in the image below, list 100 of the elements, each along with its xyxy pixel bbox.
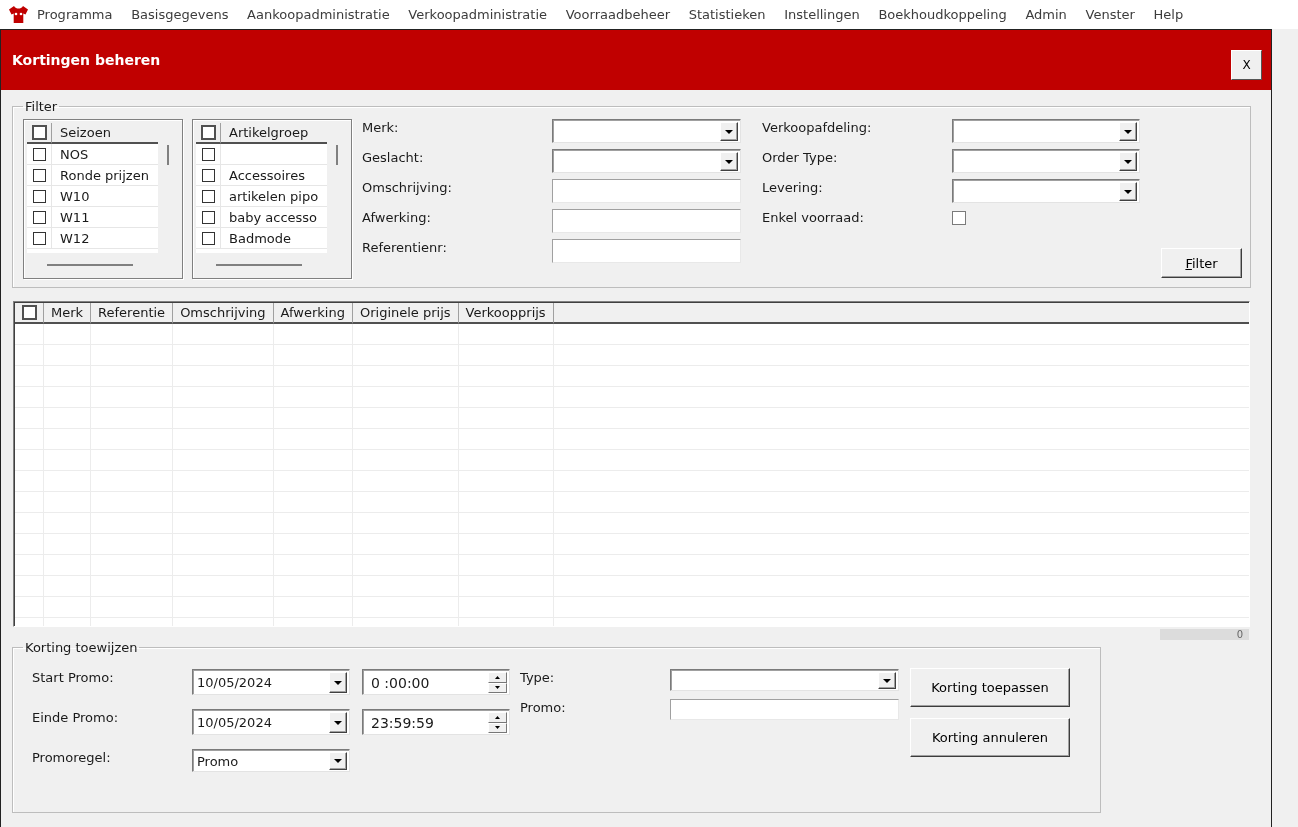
checkbox[interactable]	[201, 231, 215, 245]
text-field[interactable]	[670, 699, 899, 720]
dropdown[interactable]	[552, 119, 741, 143]
checkbox[interactable]	[201, 168, 215, 182]
dropdown-button[interactable]	[329, 752, 347, 770]
text-field[interactable]	[552, 239, 741, 263]
dropdown-button[interactable]	[1119, 182, 1137, 201]
dropdown-button[interactable]	[878, 672, 896, 689]
list-item[interactable]: W11	[52, 207, 90, 227]
field-label: Type:	[520, 669, 555, 685]
column-header[interactable]: Referentie	[91, 303, 174, 324]
dropdown-button[interactable]	[1119, 152, 1137, 171]
dropdown[interactable]	[552, 149, 741, 173]
field-label: Verkoopafdeling:	[762, 119, 872, 135]
menu-item[interactable]: Instellingen	[784, 7, 860, 22]
caret-icon	[334, 720, 342, 725]
column-header[interactable]: Omschrijving	[173, 303, 274, 324]
list-item[interactable]: Badmode	[221, 228, 291, 248]
time-field[interactable]: 0 :00:00	[362, 669, 510, 695]
list-item[interactable]: W12	[52, 228, 90, 248]
spin-down-button[interactable]	[488, 722, 507, 733]
menu-item[interactable]: Voorraadbeheer	[565, 7, 670, 22]
menu-item[interactable]: Programma	[37, 7, 113, 22]
scroll-thumb[interactable]	[336, 145, 338, 165]
field-label: Afwerking:	[362, 209, 431, 225]
caret-up-icon	[495, 715, 500, 719]
dropdown-button[interactable]	[1119, 122, 1137, 141]
caret-icon	[1124, 159, 1132, 164]
dropdown[interactable]	[952, 119, 1140, 143]
dropdown-button[interactable]	[329, 712, 347, 733]
field-label: Einde Promo:	[32, 709, 119, 725]
list-item[interactable]: Ronde prijzen	[52, 165, 149, 185]
menu-item[interactable]: Venster	[1085, 7, 1135, 22]
checkbox[interactable]	[21, 305, 37, 320]
dropdown-button[interactable]	[329, 672, 347, 693]
menu-item[interactable]: Verkoopadministratie	[408, 7, 548, 22]
dropdown[interactable]	[670, 669, 899, 691]
filter-button[interactable]: Filter	[1161, 248, 1242, 278]
dropdown-button[interactable]	[720, 122, 738, 141]
menu-item[interactable]: Statistieken	[688, 7, 766, 22]
caret-down-icon	[495, 686, 500, 690]
menu-item[interactable]: Help	[1153, 7, 1184, 22]
column-header[interactable]: Merk	[44, 303, 92, 324]
checkbox[interactable]	[32, 147, 46, 161]
list-header[interactable]: Seizoen	[52, 123, 158, 144]
menu-item[interactable]: Aankoopadministratie	[247, 7, 390, 22]
spin-down-button[interactable]	[488, 682, 507, 693]
menu-item[interactable]: Boekhoudkoppeling	[878, 7, 1007, 22]
checkbox[interactable]	[201, 210, 215, 224]
date-field[interactable]: 10/05/2024	[192, 669, 350, 695]
list-item[interactable]: W10	[52, 186, 90, 206]
column-header[interactable]: Afwerking	[273, 303, 353, 324]
caret-icon	[1124, 129, 1132, 134]
checkbox[interactable]	[32, 231, 46, 245]
list-item[interactable]: baby accesso	[221, 207, 318, 227]
scroll-thumb[interactable]	[216, 264, 302, 266]
caret-down-icon	[495, 726, 500, 730]
list-header[interactable]: Artikelgroep	[221, 123, 327, 144]
field-label: Referentienr:	[362, 239, 447, 255]
field-label: Order Type:	[762, 149, 838, 165]
checkbox[interactable]	[31, 125, 47, 140]
checkbox[interactable]	[952, 211, 966, 225]
column-header[interactable]: Verkoopprijs	[458, 303, 554, 324]
caret-up-icon	[495, 675, 500, 679]
spin-up-button[interactable]	[488, 712, 507, 723]
caret-icon	[334, 759, 342, 763]
text-field[interactable]	[552, 209, 741, 233]
spin-up-button[interactable]	[488, 672, 507, 683]
dropdown[interactable]	[952, 179, 1140, 203]
scroll-thumb[interactable]	[47, 264, 133, 266]
checkbox[interactable]	[32, 210, 46, 224]
column-header[interactable]: Originele prijs	[352, 303, 459, 324]
caret-icon	[725, 129, 733, 134]
dropdown-button[interactable]	[720, 152, 738, 171]
list-item[interactable]: artikelen pipo	[221, 186, 319, 206]
text-field[interactable]	[552, 179, 741, 203]
checkbox[interactable]	[200, 125, 216, 140]
checkbox[interactable]	[201, 189, 215, 203]
action-button[interactable]: Korting toepassen	[910, 668, 1070, 707]
date-field[interactable]: 10/05/2024	[192, 709, 350, 735]
time-field[interactable]: 23:59:59	[362, 709, 510, 735]
dropdown[interactable]	[952, 149, 1140, 173]
field-label: Geslacht:	[362, 149, 424, 165]
field-label: Start Promo:	[32, 669, 114, 685]
checkbox[interactable]	[32, 189, 46, 203]
dropdown[interactable]: Promo	[192, 749, 350, 772]
close-button[interactable]: X	[1231, 50, 1262, 80]
action-button[interactable]: Korting annuleren	[910, 718, 1070, 757]
caret-icon	[883, 678, 891, 683]
checkbox[interactable]	[32, 168, 46, 182]
group-title: Filter	[24, 99, 59, 114]
scroll-thumb[interactable]	[167, 145, 169, 165]
field-label: Merk:	[362, 119, 399, 135]
record-count: 0	[1160, 629, 1249, 640]
list-item[interactable]: NOS	[52, 144, 89, 164]
list-item[interactable]: Accessoires	[221, 165, 305, 185]
checkbox[interactable]	[201, 147, 215, 161]
menu-item[interactable]: Admin	[1025, 7, 1067, 22]
menu-item[interactable]: Basisgegevens	[131, 7, 229, 22]
caret-icon	[334, 680, 342, 685]
